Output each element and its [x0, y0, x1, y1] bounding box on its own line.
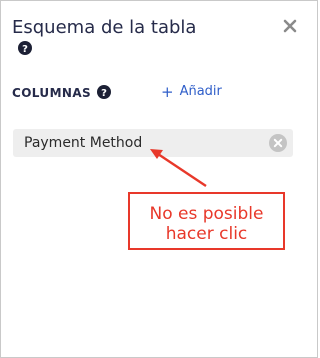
- svg-text:?: ?: [101, 88, 107, 99]
- remove-circle-icon[interactable]: [269, 134, 287, 152]
- question-circle-icon[interactable]: ?: [18, 40, 32, 55]
- add-column-label: Añadir: [179, 84, 222, 99]
- annotation-line-1: No es posible: [149, 204, 264, 224]
- column-item-label: Payment Method: [24, 135, 143, 151]
- columns-section-label: COLUMNAS: [12, 86, 92, 100]
- table-schema-panel: Esquema de la tabla ? COLUMNAS ? + Añadi…: [0, 0, 318, 358]
- annotation-box: No es posible hacer clic: [128, 192, 285, 250]
- svg-text:?: ?: [22, 44, 28, 55]
- column-item: Payment Method: [13, 129, 293, 157]
- add-column-button[interactable]: + Añadir: [161, 84, 222, 100]
- close-icon[interactable]: [282, 18, 298, 34]
- question-circle-icon[interactable]: ?: [97, 84, 111, 99]
- annotation-line-2: hacer clic: [165, 224, 248, 244]
- plus-icon: +: [161, 83, 174, 101]
- panel-title: Esquema de la tabla: [12, 17, 197, 38]
